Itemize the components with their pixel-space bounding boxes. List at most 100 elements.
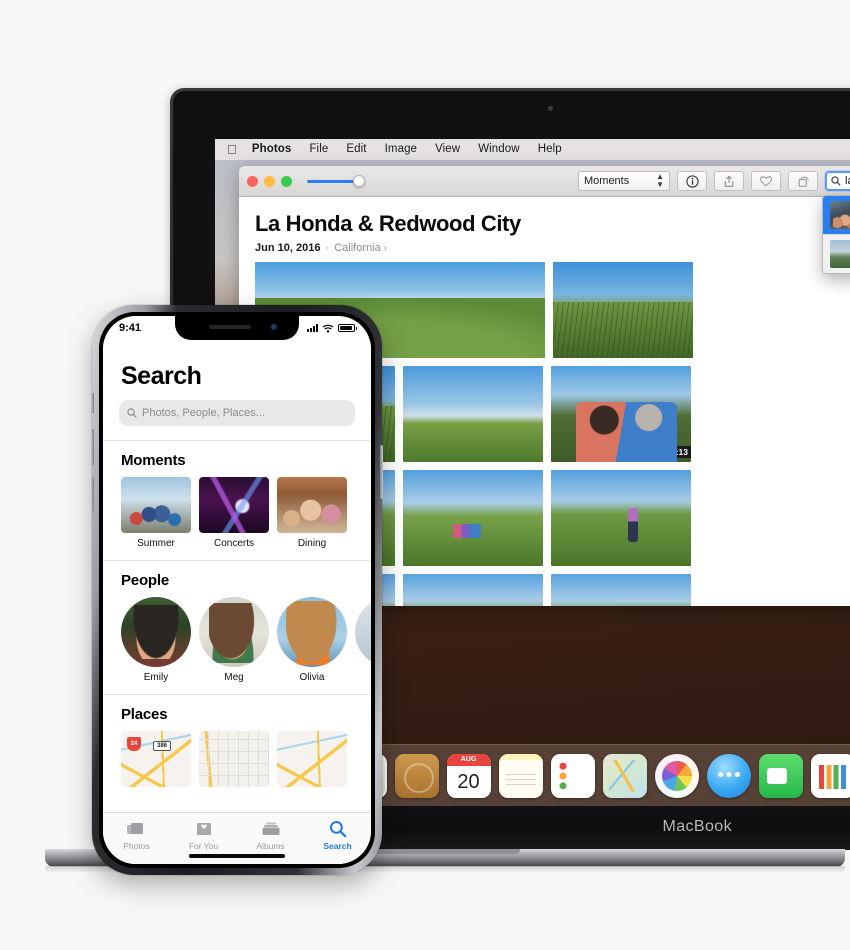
- for-you-icon: [170, 819, 237, 839]
- minimize-button[interactable]: [264, 175, 275, 187]
- moment-separator: ·: [325, 242, 330, 254]
- moment-thumbnail: [277, 477, 347, 533]
- photos-icon: [103, 819, 170, 839]
- search-input[interactable]: lake ✕: [825, 171, 850, 191]
- tab-search[interactable]: Search: [304, 819, 371, 851]
- photo-thumbnail-video[interactable]: 0:13: [551, 366, 691, 462]
- person-card-more[interactable]: [355, 597, 371, 683]
- photo-thumbnail[interactable]: [403, 574, 543, 606]
- power-button[interactable]: [380, 445, 383, 499]
- dock-icon-calendar[interactable]: [446, 753, 491, 798]
- moment-card-dining[interactable]: Dining: [277, 477, 347, 549]
- rotate-icon: [798, 176, 809, 187]
- search-suggestions-menu[interactable]: Lake Category Lakeshore Category: [822, 195, 850, 274]
- suggestion-thumbnail: [830, 240, 850, 268]
- person-card-olivia[interactable]: Olivia: [277, 597, 347, 683]
- facetime-camera-icon: [548, 106, 553, 111]
- dock-icon-photos[interactable]: [654, 753, 699, 798]
- moment-title: La Honda & Redwood City: [255, 211, 521, 236]
- search-area: lake ✕ Lake Category: [822, 171, 850, 274]
- avatar: [355, 597, 371, 667]
- moment-card-summer[interactable]: Summer: [121, 477, 191, 549]
- info-button[interactable]: [677, 171, 707, 191]
- zoom-slider-knob[interactable]: [353, 175, 365, 187]
- map-thumbnail: [277, 731, 347, 787]
- menu-item-view[interactable]: View: [426, 139, 469, 160]
- dock-icon-contacts[interactable]: [394, 753, 439, 798]
- section-title: Moments: [121, 452, 186, 469]
- place-card-3[interactable]: [277, 731, 347, 787]
- person-card-emily[interactable]: Emily: [121, 597, 191, 683]
- favorite-button[interactable]: [751, 171, 781, 191]
- photo-thumbnail[interactable]: [403, 470, 543, 566]
- photo-thumbnail[interactable]: [403, 366, 543, 462]
- share-button[interactable]: [714, 171, 744, 191]
- section-people: People Emily Meg Olivia: [103, 560, 371, 694]
- menu-item-file[interactable]: File: [300, 139, 337, 160]
- cellular-bars-icon: [307, 324, 318, 332]
- place-card-1[interactable]: 24 386: [121, 731, 191, 787]
- app-running-indicator: [675, 791, 678, 795]
- apple-logo-icon[interactable]: : [225, 139, 243, 160]
- place-card-2[interactable]: [199, 731, 269, 787]
- map-thumbnail: 24 386: [121, 731, 191, 787]
- moment-label: Concerts: [213, 538, 254, 549]
- search-icon: [127, 408, 137, 418]
- section-moments: Moments Summer Concerts Dining: [103, 440, 371, 560]
- dock-icon-numbers[interactable]: [810, 753, 850, 798]
- thumbnail-zoom-slider[interactable]: [307, 175, 369, 187]
- search-suggestion-lakeshore[interactable]: Lakeshore Category: [823, 235, 850, 273]
- rotate-button[interactable]: [788, 171, 818, 191]
- iphone-device: 9:41 Search Photos, People, Places... Mo…: [91, 305, 383, 875]
- tab-albums[interactable]: Albums: [237, 819, 304, 851]
- home-indicator[interactable]: [189, 854, 285, 858]
- dock-icon-messages[interactable]: [706, 753, 751, 798]
- dock-icon-maps[interactable]: [602, 753, 647, 798]
- person-card-meg[interactable]: Meg: [199, 597, 269, 683]
- volume-down-button[interactable]: [91, 477, 94, 513]
- mute-switch[interactable]: [91, 393, 94, 413]
- status-indicators: [307, 324, 357, 333]
- earpiece-speaker-icon: [209, 325, 251, 329]
- info-icon: [685, 174, 699, 188]
- photo-thumbnail[interactable]: [551, 574, 691, 606]
- menu-item-image[interactable]: Image: [376, 139, 426, 160]
- menu-item-photos[interactable]: Photos: [243, 139, 301, 160]
- places-row: 24 386: [103, 731, 371, 798]
- view-mode-popup[interactable]: Moments ▲ ▼: [578, 171, 670, 191]
- window-traffic-lights[interactable]: [247, 175, 292, 187]
- avatar: [199, 597, 269, 667]
- search-suggestion-lake[interactable]: Lake Category: [823, 196, 850, 234]
- moment-card-concerts[interactable]: Concerts: [199, 477, 269, 549]
- search-input[interactable]: Photos, People, Places...: [119, 400, 355, 426]
- tab-photos[interactable]: Photos: [103, 819, 170, 851]
- menu-item-edit[interactable]: Edit: [337, 139, 375, 160]
- person-label: Olivia: [299, 672, 325, 683]
- moment-place-link[interactable]: California: [334, 242, 380, 254]
- avatar: [121, 597, 191, 667]
- menu-item-window[interactable]: Window: [469, 139, 529, 160]
- photos-toolbar: Moments ▲ ▼ l: [239, 166, 850, 274]
- screenshot-scene:  Photos File Edit Image View Window Hel…: [0, 0, 850, 950]
- zoom-button[interactable]: [281, 175, 292, 187]
- macos-menubar[interactable]:  Photos File Edit Image View Window Hel…: [215, 139, 850, 160]
- battery-icon: [338, 324, 357, 332]
- moment-subtitle: Jun 10, 2016 · California ›: [255, 242, 850, 254]
- tab-label: Search: [323, 841, 352, 851]
- moment-thumbnail: [199, 477, 269, 533]
- section-title: People: [121, 572, 169, 589]
- search-query-text: lake: [845, 175, 850, 187]
- volume-up-button[interactable]: [91, 429, 94, 465]
- close-button[interactable]: [247, 175, 258, 187]
- status-time: 9:41: [119, 322, 142, 334]
- photo-thumbnail[interactable]: [553, 262, 693, 358]
- menu-item-help[interactable]: Help: [529, 139, 571, 160]
- heart-icon: [759, 176, 773, 187]
- dock-icon-facetime[interactable]: [758, 753, 803, 798]
- chevron-right-icon[interactable]: ›: [384, 243, 387, 254]
- dock-icon-reminders[interactable]: [550, 753, 595, 798]
- photo-thumbnail[interactable]: [551, 470, 691, 566]
- dock-icon-notes[interactable]: [498, 753, 543, 798]
- tab-for-you[interactable]: For You: [170, 819, 237, 851]
- page-title: Search: [121, 362, 202, 390]
